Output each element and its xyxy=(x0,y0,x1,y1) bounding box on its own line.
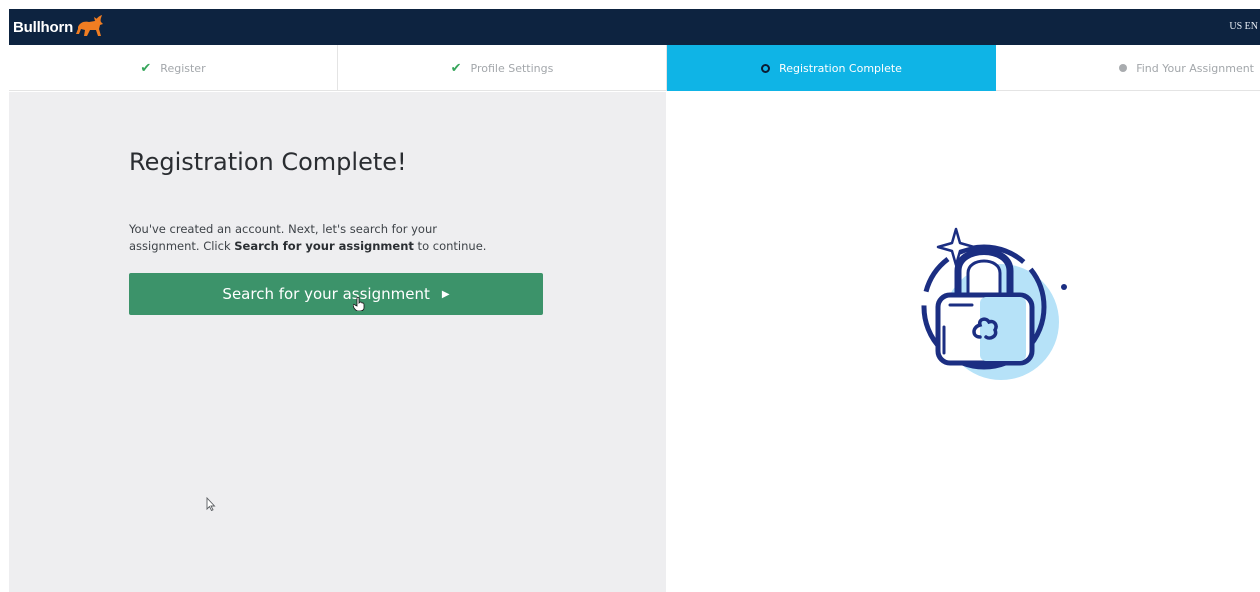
step-label: Profile Settings xyxy=(470,61,554,75)
description-suffix: to continue. xyxy=(413,239,487,253)
step-label: Find Your Assignment xyxy=(1136,61,1254,75)
description-prefix: assignment. Click xyxy=(129,239,235,253)
progress-stepper: ✔ Register ✔ Profile Settings Registrati… xyxy=(9,45,1260,91)
step-register[interactable]: ✔ Register xyxy=(9,45,338,91)
hand-cursor-icon xyxy=(353,297,365,311)
bull-icon xyxy=(76,15,104,36)
locale-selector[interactable]: US EN xyxy=(1229,9,1258,45)
arrow-cursor-icon xyxy=(206,497,216,511)
padlock-icon xyxy=(921,227,1067,380)
bullhorn-logo[interactable]: Bullhorn xyxy=(13,9,105,45)
content-panel: Registration Complete! You've created an… xyxy=(9,92,666,592)
step-label: Registration Complete xyxy=(779,61,902,75)
step-registration-complete[interactable]: Registration Complete xyxy=(667,45,996,91)
page-title: Registration Complete! xyxy=(129,148,407,176)
top-bar: Bullhorn US EN xyxy=(9,9,1260,45)
illustration-panel xyxy=(666,92,1260,592)
ring-icon xyxy=(761,63,771,73)
check-icon: ✔ xyxy=(450,60,462,76)
dot-icon xyxy=(1119,64,1128,72)
step-profile-settings[interactable]: ✔ Profile Settings xyxy=(338,45,667,91)
step-label: Register xyxy=(160,61,206,75)
caret-right-icon: ▶ xyxy=(441,288,450,300)
check-icon: ✔ xyxy=(140,60,152,76)
description-emphasis: Search for your assignment xyxy=(234,239,414,253)
step-find-your-assignment[interactable]: Find Your Assignment xyxy=(996,45,1260,91)
button-label: Search for your assignment xyxy=(222,285,430,303)
description-line-1: You've created an account. Next, let's s… xyxy=(129,222,437,236)
app-frame: Bullhorn US EN ✔ Register ✔ Profile Sett… xyxy=(9,9,1260,592)
logo-text: Bullhorn xyxy=(13,18,74,36)
search-assignment-button[interactable]: Search for your assignment ▶ xyxy=(129,273,543,315)
description-text: You've created an account. Next, let's s… xyxy=(129,221,559,255)
